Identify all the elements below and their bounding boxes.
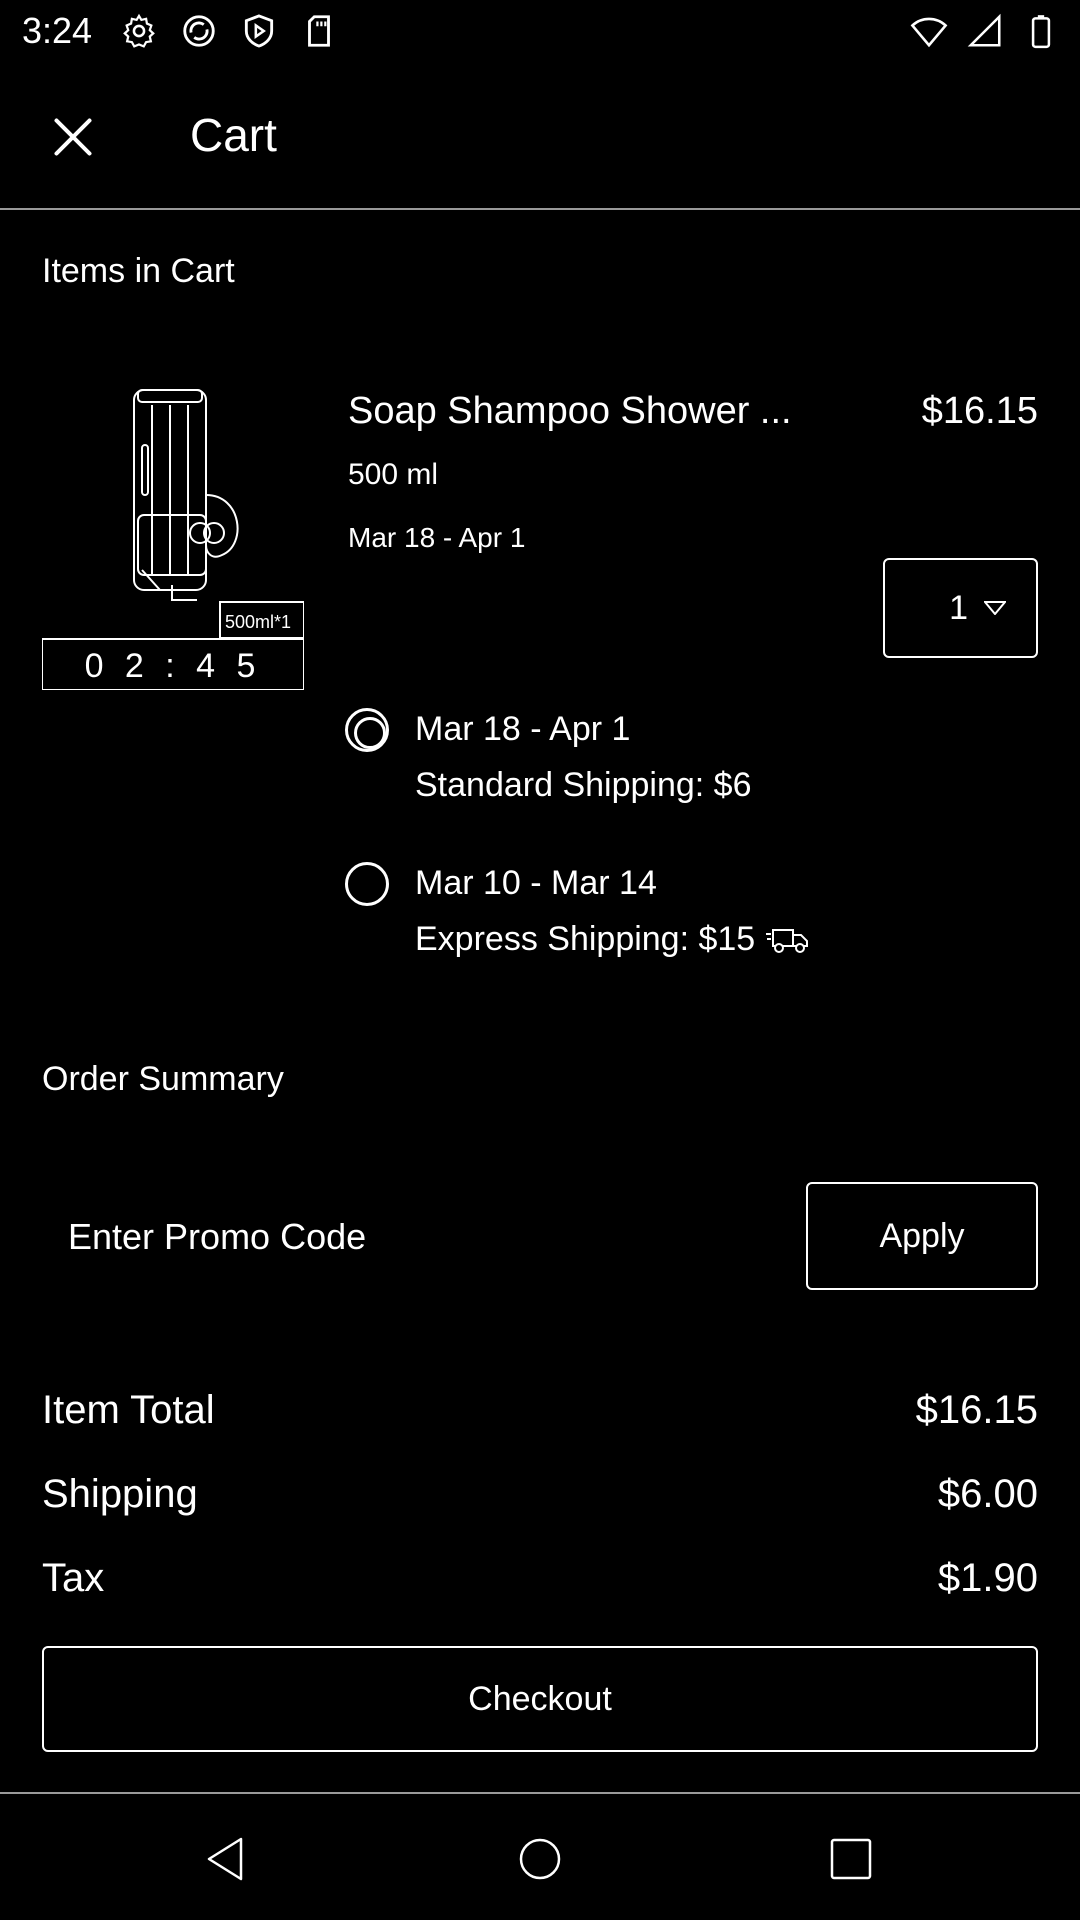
page-title: Cart <box>190 109 277 161</box>
tax-label: Tax <box>42 1555 105 1600</box>
play-shield-icon <box>244 14 274 48</box>
product-name[interactable]: Soap Shampoo Shower ... <box>348 390 848 433</box>
items-section-title: Items in Cart <box>42 252 235 290</box>
product-delivery-dates: Mar 18 - Apr 1 <box>348 522 526 553</box>
home-button[interactable] <box>505 1824 575 1894</box>
back-button[interactable] <box>190 1824 260 1894</box>
system-nav-bar <box>0 1792 1080 1920</box>
product-image[interactable]: 500ml*1 0 2 : 4 5 <box>42 385 304 690</box>
sd-card-icon <box>308 15 330 47</box>
sync-icon <box>183 15 215 47</box>
quantity-select[interactable]: 1 <box>883 558 1038 658</box>
chevron-down-icon <box>984 601 1006 615</box>
tax-row: Tax $1.90 <box>42 1548 1038 1608</box>
apply-button[interactable]: Apply <box>806 1182 1038 1290</box>
size-badge: 500ml*1 <box>225 612 291 632</box>
home-icon <box>519 1838 561 1880</box>
wifi-icon <box>910 17 948 48</box>
order-summary-title: Order Summary <box>42 1060 284 1098</box>
close-icon <box>54 118 92 156</box>
promo-code-input[interactable] <box>42 1182 792 1292</box>
checkout-button[interactable]: Checkout <box>42 1646 1038 1752</box>
countdown-timer: 0 2 : 4 5 <box>85 647 262 685</box>
dispenser-illustration <box>133 389 239 601</box>
tax-value: $1.90 <box>937 1555 1038 1600</box>
shipping-option-standard[interactable]: Mar 18 - Apr 1 Standard Shipping: $6 <box>345 708 1045 828</box>
status-icons-right <box>910 12 1060 50</box>
item-total-value: $16.15 <box>915 1387 1038 1432</box>
shipping-option-express[interactable]: Mar 10 - Mar 14 Express Shipping: $15 <box>345 862 1045 982</box>
radio-unselected[interactable] <box>345 862 389 906</box>
close-button[interactable] <box>40 104 106 170</box>
shipping-description: Express Shipping: $15 <box>415 920 811 959</box>
status-bar: 3:24 <box>0 0 1080 64</box>
shipping-description-text: Express Shipping: $15 <box>415 920 756 958</box>
gear-icon <box>123 13 155 48</box>
radio-selected[interactable] <box>345 708 389 752</box>
quantity-value: 1 <box>949 588 968 627</box>
status-icons-left <box>120 12 338 50</box>
status-time: 3:24 <box>22 10 93 51</box>
shipping-date: Mar 18 - Apr 1 <box>415 710 631 748</box>
shipping-date: Mar 10 - Mar 14 <box>415 864 657 902</box>
battery-icon <box>1031 15 1051 49</box>
shipping-label: Shipping <box>42 1471 198 1516</box>
recents-icon <box>830 1838 872 1880</box>
product-size: 500 ml <box>348 458 439 491</box>
shipping-row: Shipping $6.00 <box>42 1464 1038 1524</box>
back-icon <box>207 1837 243 1881</box>
shipping-value: $6.00 <box>937 1471 1038 1516</box>
shipping-description: Standard Shipping: $6 <box>415 766 751 805</box>
shipping-description-text: Standard Shipping: $6 <box>415 766 752 804</box>
cart-screen: 3:24 Cart Items in Cart 500ml*1 0 2: 4 … <box>0 0 1080 1920</box>
app-bar: Cart <box>0 64 1080 210</box>
product-price: $16.15 <box>921 390 1038 432</box>
item-total-label: Item Total <box>42 1387 215 1432</box>
cell-signal-icon <box>967 13 1001 47</box>
truck-icon <box>766 928 809 953</box>
recents-button[interactable] <box>816 1824 886 1894</box>
item-total-row: Item Total $16.15 <box>42 1380 1038 1440</box>
